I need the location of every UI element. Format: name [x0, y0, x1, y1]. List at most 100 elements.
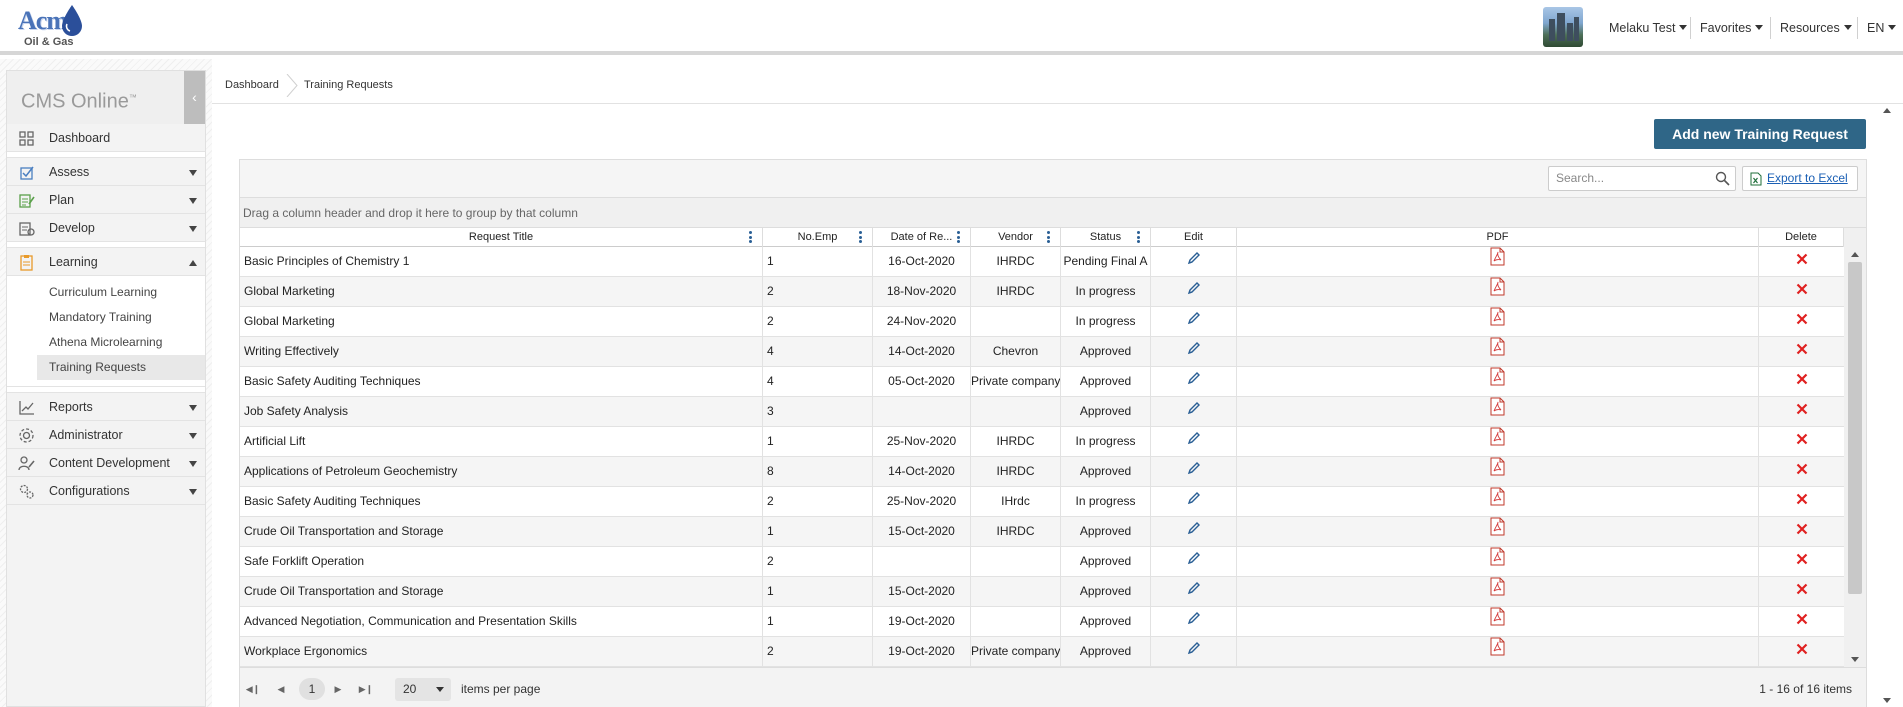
language-menu[interactable]: EN: [1867, 0, 1897, 55]
pdf-icon[interactable]: [1490, 457, 1505, 487]
edit-icon[interactable]: [1187, 277, 1201, 306]
sidebar-subitem-athena-microlearning[interactable]: Athena Microlearning: [7, 330, 205, 355]
sidebar-subitem-training-requests[interactable]: Training Requests: [37, 355, 205, 380]
page-size-select[interactable]: 20: [395, 678, 451, 701]
sidebar-item-learning[interactable]: Learning: [7, 248, 205, 276]
column-menu-icon[interactable]: [749, 231, 752, 244]
column-header-vendor[interactable]: Vendor: [971, 228, 1061, 247]
sidebar-subitem-curriculum-learning[interactable]: Curriculum Learning: [7, 280, 205, 305]
edit-icon[interactable]: [1187, 547, 1201, 576]
sidebar-item-dashboard[interactable]: Dashboard: [7, 124, 205, 152]
edit-icon[interactable]: [1187, 457, 1201, 486]
table-row[interactable]: Artificial Lift 1 25-Nov-2020 IHRDC In progr…: [240, 427, 1844, 457]
grid-scrollbar[interactable]: [1844, 247, 1866, 667]
edit-icon[interactable]: [1187, 637, 1201, 666]
page-scrollbar[interactable]: [1882, 108, 1892, 707]
delete-icon[interactable]: [1796, 487, 1808, 516]
column-menu-icon[interactable]: [957, 231, 960, 244]
first-page-icon[interactable]: ◀❙: [242, 678, 264, 700]
group-drop-area[interactable]: Drag a column header and drop it here to…: [240, 198, 1866, 228]
pdf-icon[interactable]: [1490, 517, 1505, 547]
delete-icon[interactable]: [1796, 277, 1808, 306]
export-to-excel-button[interactable]: Export to Excel: [1742, 166, 1858, 191]
previous-page-icon[interactable]: ◀: [270, 678, 292, 700]
column-menu-icon[interactable]: [1047, 231, 1050, 244]
pdf-icon[interactable]: [1490, 277, 1505, 307]
pdf-icon[interactable]: [1490, 367, 1505, 397]
delete-icon[interactable]: [1796, 337, 1808, 366]
delete-icon[interactable]: [1796, 367, 1808, 396]
delete-icon[interactable]: [1796, 637, 1808, 666]
table-row[interactable]: Workplace Ergonomics 2 19-Oct-2020 Private …: [240, 637, 1844, 667]
pdf-icon[interactable]: [1490, 637, 1505, 667]
table-row[interactable]: Basic Safety Auditing Techniques 4 05-Oct-…: [240, 367, 1844, 397]
edit-icon[interactable]: [1187, 247, 1201, 276]
edit-icon[interactable]: [1187, 367, 1201, 396]
add-training-request-button[interactable]: Add new Training Request: [1654, 119, 1866, 149]
pdf-icon[interactable]: [1490, 547, 1505, 577]
table-row[interactable]: Applications of Petroleum Geochemistry 8 1…: [240, 457, 1844, 487]
favorites-menu[interactable]: Favorites: [1700, 0, 1764, 55]
sidebar-item-plan[interactable]: Plan: [7, 186, 205, 214]
resources-menu[interactable]: Resources: [1780, 0, 1852, 55]
sidebar-item-configurations[interactable]: Configurations: [7, 477, 205, 505]
pdf-icon[interactable]: [1490, 337, 1505, 367]
sidebar-item-assess[interactable]: Assess: [7, 158, 205, 186]
pdf-icon[interactable]: [1490, 247, 1505, 277]
table-row[interactable]: Safe Forklift Operation 2 Approved: [240, 547, 1844, 577]
column-header-no-emp[interactable]: No.Emp: [763, 228, 873, 247]
delete-icon[interactable]: [1796, 607, 1808, 636]
delete-icon[interactable]: [1796, 397, 1808, 426]
pdf-icon[interactable]: [1490, 577, 1505, 607]
sidebar-subitem-mandatory-training[interactable]: Mandatory Training: [7, 305, 205, 330]
scroll-down-icon[interactable]: [1883, 698, 1891, 703]
edit-icon[interactable]: [1187, 427, 1201, 456]
table-row[interactable]: Basic Principles of Chemistry 1 1 16-Oct-2…: [240, 247, 1844, 277]
pdf-icon[interactable]: [1490, 487, 1505, 517]
pdf-icon[interactable]: [1490, 427, 1505, 457]
edit-icon[interactable]: [1187, 397, 1201, 426]
table-row[interactable]: Crude Oil Transportation and Storage 1 15-…: [240, 577, 1844, 607]
edit-icon[interactable]: [1187, 337, 1201, 366]
pdf-icon[interactable]: [1490, 307, 1505, 337]
column-header-request-title[interactable]: Request Title: [240, 228, 763, 247]
scroll-thumb[interactable]: [1848, 262, 1862, 594]
delete-icon[interactable]: [1796, 577, 1808, 606]
delete-icon[interactable]: [1796, 517, 1808, 546]
sidebar-item-develop[interactable]: Develop: [7, 214, 205, 242]
sidebar-item-administrator[interactable]: Administrator: [7, 421, 205, 449]
next-page-icon[interactable]: ▶: [327, 678, 349, 700]
scroll-up-icon[interactable]: [1883, 108, 1891, 113]
edit-icon[interactable]: [1187, 307, 1201, 336]
sidebar-item-reports[interactable]: Reports: [7, 393, 205, 421]
table-row[interactable]: Advanced Negotiation, Communication and …: [240, 607, 1844, 637]
delete-icon[interactable]: [1796, 307, 1808, 336]
edit-icon[interactable]: [1187, 607, 1201, 636]
table-row[interactable]: Basic Safety Auditing Techniques 2 25-Nov-…: [240, 487, 1844, 517]
search-icon[interactable]: [1715, 171, 1730, 186]
delete-icon[interactable]: [1796, 247, 1808, 276]
edit-icon[interactable]: [1187, 577, 1201, 606]
edit-icon[interactable]: [1187, 517, 1201, 546]
table-row[interactable]: Job Safety Analysis 3 Approved: [240, 397, 1844, 427]
company-logo[interactable]: Acme Oil & Gas: [18, 5, 88, 50]
column-header-date[interactable]: Date of Re...: [873, 228, 971, 247]
current-page-button[interactable]: 1: [299, 678, 325, 700]
sidebar-collapse-button[interactable]: ‹: [184, 71, 205, 124]
scroll-down-icon[interactable]: [1851, 657, 1859, 662]
search-input[interactable]: Search...: [1548, 166, 1736, 191]
column-menu-icon[interactable]: [1137, 231, 1140, 244]
last-page-icon[interactable]: ▶❙: [355, 678, 377, 700]
column-menu-icon[interactable]: [859, 231, 862, 244]
table-row[interactable]: Writing Effectively 4 14-Oct-2020 Chevron Ap…: [240, 337, 1844, 367]
sidebar-item-content-development[interactable]: Content Development: [7, 449, 205, 477]
delete-icon[interactable]: [1796, 457, 1808, 486]
pdf-icon[interactable]: [1490, 607, 1505, 637]
user-avatar[interactable]: [1543, 7, 1583, 47]
scroll-up-icon[interactable]: [1851, 252, 1859, 257]
delete-icon[interactable]: [1796, 427, 1808, 456]
table-row[interactable]: Global Marketing 2 24-Nov-2020 In progress: [240, 307, 1844, 337]
table-row[interactable]: Global Marketing 2 18-Nov-2020 IHRDC In prog…: [240, 277, 1844, 307]
column-header-status[interactable]: Status: [1061, 228, 1151, 247]
pdf-icon[interactable]: [1490, 397, 1505, 427]
